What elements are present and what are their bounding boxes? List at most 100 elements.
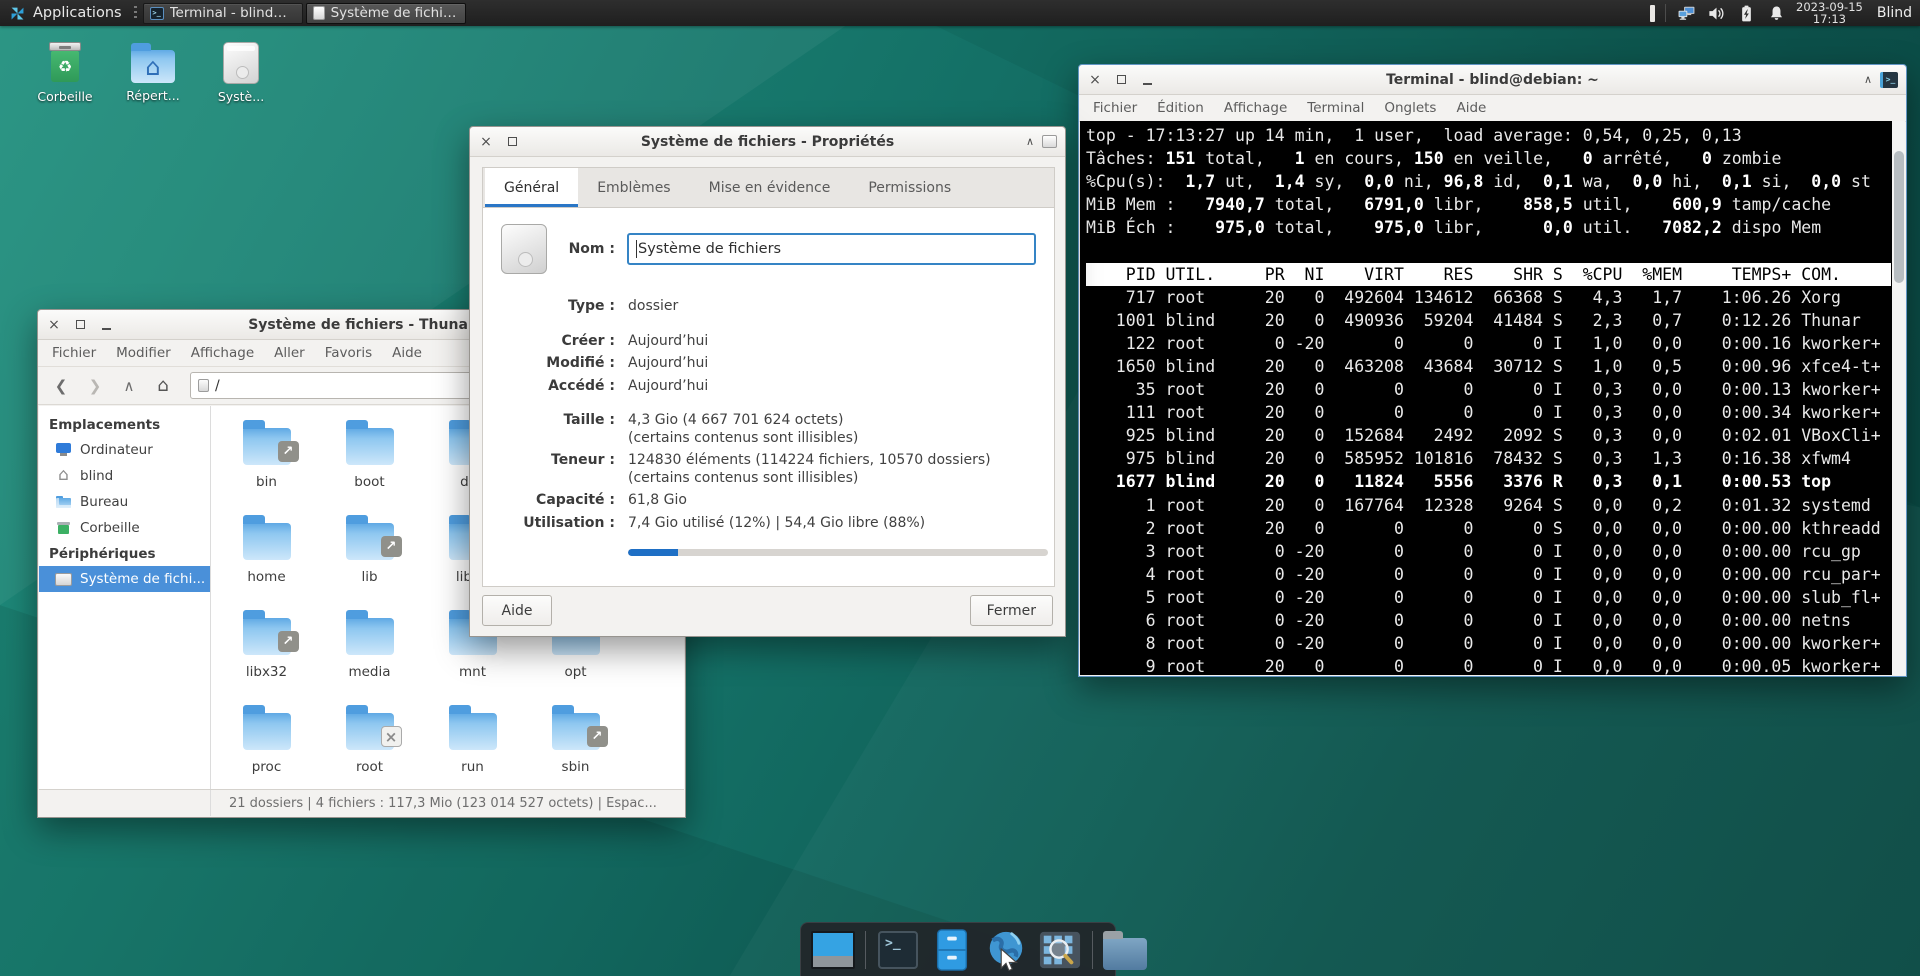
file-item-libx32[interactable]: ↗libx32	[215, 604, 318, 699]
panel-user-button[interactable]: Blind	[1877, 5, 1912, 21]
maximize-icon[interactable]	[504, 134, 520, 150]
battery-icon[interactable]	[1736, 3, 1756, 23]
terminal-output[interactable]: top - 17:13:27 up 14 min, 1 user, load a…	[1080, 121, 1905, 675]
sidebar-item-label: Corbeille	[80, 520, 140, 536]
file-item-lib[interactable]: ↗lib	[318, 509, 421, 604]
tab-permissions[interactable]: Permissions	[849, 168, 970, 207]
tab-gnral[interactable]: Général	[485, 168, 578, 207]
dock-item-terminal[interactable]: >_	[876, 928, 920, 972]
tray-separator	[1665, 4, 1666, 22]
file-item-media[interactable]: media	[318, 604, 421, 699]
dock-item-folder[interactable]	[1103, 928, 1147, 972]
up-icon[interactable]: ∧	[114, 372, 144, 399]
file-item-proc[interactable]: proc	[215, 699, 318, 794]
desktop-icon-folder-home[interactable]: ⌂Répert...	[122, 42, 184, 104]
sidebar-item-systmedefichi[interactable]: Système de fichi...	[39, 566, 210, 592]
field-label: Teneur :	[501, 452, 615, 487]
panel-clock[interactable]: 2023-09-15 17:13	[1796, 1, 1863, 25]
field-value-line: 4,3 Gio (4 667 701 624 octets)	[628, 412, 858, 430]
menu-item-affichage[interactable]: Affichage	[181, 342, 264, 364]
terminal-text: dispo Mem	[1722, 218, 1821, 237]
minimize-icon[interactable]	[98, 317, 114, 333]
dock-item-web-browser[interactable]	[984, 928, 1028, 972]
name-input[interactable]: Système de fichiers	[627, 233, 1036, 265]
file-item-label: run	[461, 759, 484, 775]
terminal-text: %Cpu(s):	[1086, 172, 1185, 191]
terminal-menu-item-aide[interactable]: Aide	[1446, 97, 1496, 119]
file-manager-icon	[931, 929, 973, 971]
terminal-icon: >_	[150, 7, 164, 20]
maximize-icon[interactable]	[72, 317, 88, 333]
bell-icon[interactable]	[1766, 3, 1786, 23]
terminal-menu-item-affichage[interactable]: Affichage	[1214, 97, 1297, 119]
close-button[interactable]: Fermer	[970, 595, 1053, 626]
sidebar-item-corbeille[interactable]: Corbeille	[39, 515, 210, 541]
terminal-text: libr,	[1424, 218, 1543, 237]
shade-icon[interactable]: ∧	[1864, 73, 1872, 86]
taskbar-button[interactable]: Système de fichiers - Th...	[306, 3, 466, 24]
volume-icon[interactable]	[1706, 3, 1726, 23]
tab-miseenvidence[interactable]: Mise en évidence	[690, 168, 850, 207]
forward-icon[interactable]: ❯	[80, 372, 110, 399]
dock-item-show-desktop[interactable]	[811, 928, 855, 972]
scrollbar-thumb[interactable]	[1894, 151, 1904, 283]
help-button[interactable]: Aide	[482, 595, 552, 626]
terminal-titlebar[interactable]: × Terminal - blind@debian: ~ ∧ >_	[1079, 65, 1906, 95]
dialog-titlebar[interactable]: × Système de fichiers - Propriétés ∧	[470, 127, 1065, 157]
field-value-line: (certains contenus sont illisibles)	[628, 430, 858, 448]
file-item-label: mnt	[459, 664, 486, 680]
drive-icon	[55, 573, 72, 586]
menu-item-modifier[interactable]: Modifier	[106, 342, 181, 364]
close-icon[interactable]: ×	[46, 317, 62, 333]
close-icon[interactable]: ×	[1087, 72, 1103, 88]
field-value: Aujourd’hui	[628, 355, 708, 373]
taskbar-button-label: Système de fichiers - Th...	[331, 5, 459, 21]
desktop-icon-trash[interactable]: ♻Corbeille	[34, 42, 96, 104]
terminal-menu-item-édition[interactable]: Édition	[1147, 97, 1214, 119]
dialog-content: Nom : Système de fichiers Type :dossierC…	[483, 208, 1054, 586]
dock-item-file-manager[interactable]	[930, 928, 974, 972]
terminal-menu-item-fichier[interactable]: Fichier	[1083, 97, 1147, 119]
file-item-boot[interactable]: boot	[318, 414, 421, 509]
file-item-run[interactable]: run	[421, 699, 524, 794]
shade-icon[interactable]: ∧	[1026, 135, 1034, 148]
terminal-menu-item-onglets[interactable]: Onglets	[1374, 97, 1446, 119]
back-icon[interactable]: ❮	[46, 372, 76, 399]
sidebar-item-ordinateur[interactable]: Ordinateur	[39, 437, 210, 463]
sidebar-item-blind[interactable]: ⌂blind	[39, 463, 210, 489]
file-item-bin[interactable]: ↗bin	[215, 414, 318, 509]
sidebar-item-bureau[interactable]: Bureau	[39, 489, 210, 515]
terminal-text: hi,	[1662, 172, 1722, 191]
menu-item-aide[interactable]: Aide	[382, 342, 432, 364]
menu-item-aller[interactable]: Aller	[264, 342, 315, 364]
tab-emblmes[interactable]: Emblèmes	[578, 168, 689, 207]
close-icon[interactable]: ×	[478, 134, 494, 150]
terminal-scrollbar[interactable]	[1892, 121, 1905, 675]
network-icon[interactable]	[1676, 3, 1696, 23]
sidebar-item-label: Bureau	[80, 494, 128, 510]
terminal-line: MiB Mem : 7940,7 total, 6791,0 libr, 858…	[1086, 193, 1891, 216]
terminal-text: ut,	[1215, 172, 1275, 191]
file-item-label: libx32	[246, 664, 287, 680]
menu-item-favoris[interactable]: Favoris	[315, 342, 382, 364]
file-item-home[interactable]: home	[215, 509, 318, 604]
file-item-root[interactable]: ×root	[318, 699, 421, 794]
applications-menu-button[interactable]: Applications	[0, 0, 130, 26]
name-input-value: Système de fichiers	[638, 241, 781, 257]
properties-dialog: × Système de fichiers - Propriétés ∧ Gén…	[469, 126, 1066, 637]
menu-item-fichier[interactable]: Fichier	[42, 342, 106, 364]
terminal-text: MiB Éch :	[1086, 218, 1215, 237]
desktop-icon-drive[interactable]: Systè...	[210, 42, 272, 104]
home-icon[interactable]: ⌂	[148, 372, 178, 399]
file-item-sbin[interactable]: ↗sbin	[524, 699, 627, 794]
dock-item-app-finder[interactable]	[1038, 928, 1082, 972]
terminal-menu-item-terminal[interactable]: Terminal	[1297, 97, 1374, 119]
minimize-icon[interactable]	[1139, 72, 1155, 88]
drive-icon	[198, 379, 209, 392]
terminal-text: libr,	[1424, 195, 1523, 214]
trash-body	[58, 525, 69, 534]
taskbar-button[interactable]: >_Terminal - blind@debia...	[143, 3, 303, 24]
terminal-text: 96,8	[1444, 172, 1484, 191]
dialog-right-controls: ∧	[1026, 135, 1057, 148]
maximize-icon[interactable]	[1113, 72, 1129, 88]
